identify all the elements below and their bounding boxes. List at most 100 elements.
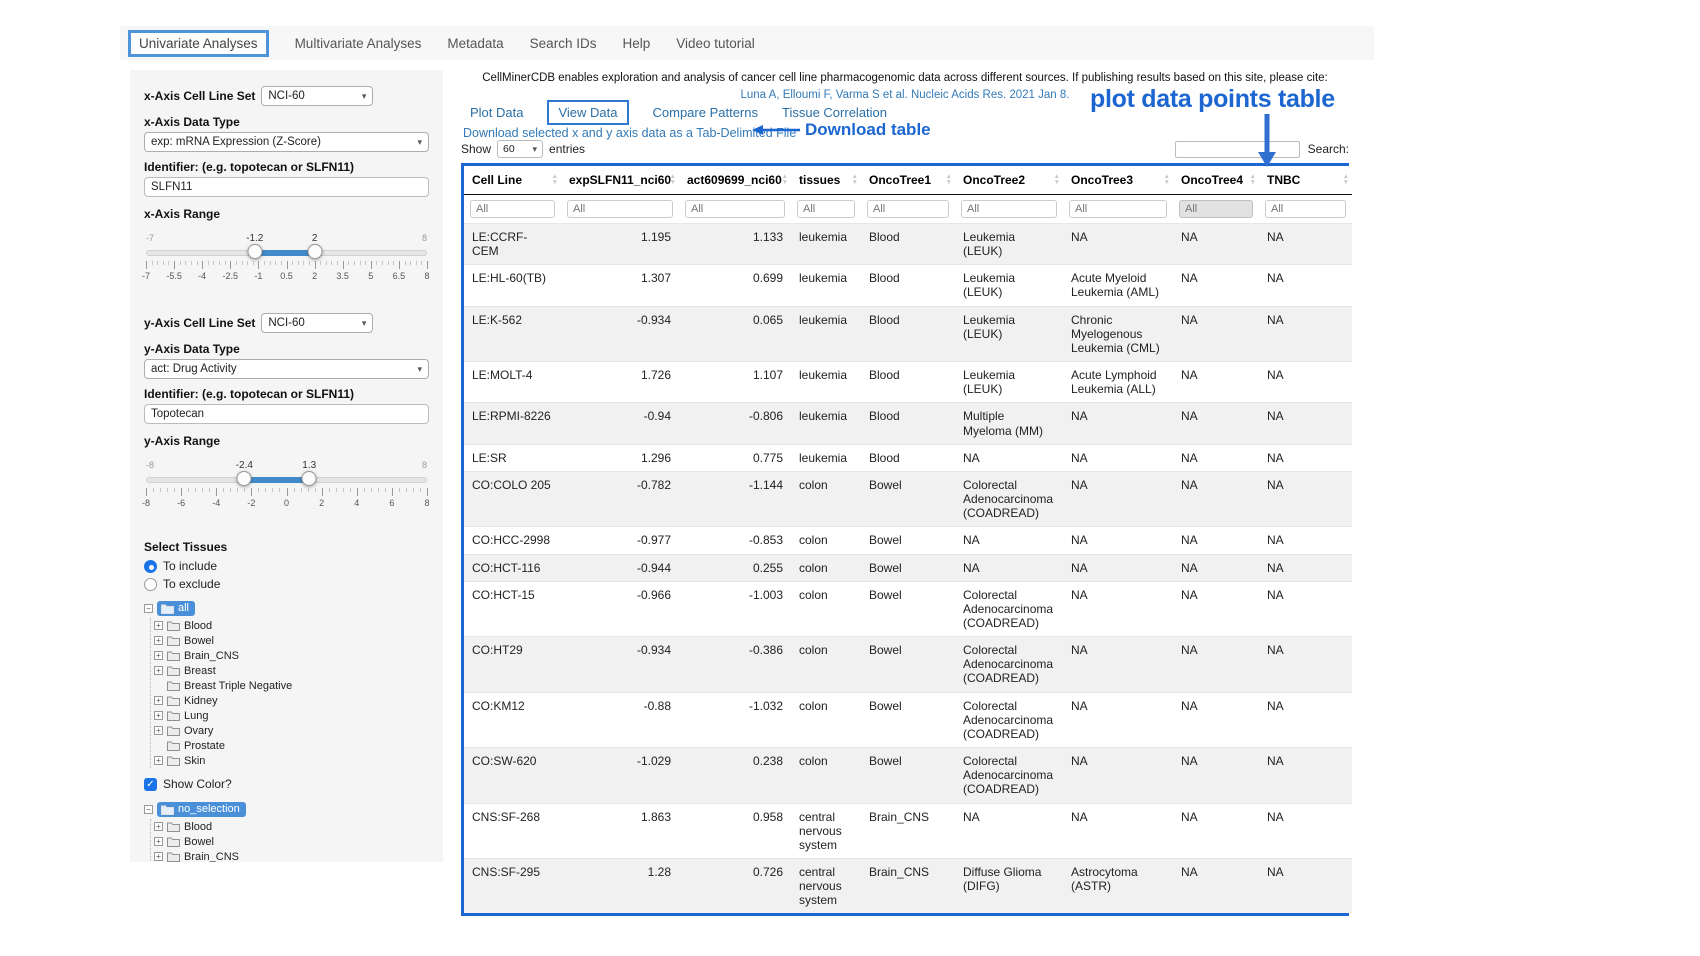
expand-icon[interactable]: + <box>154 621 163 630</box>
filter-input-oncotree1[interactable] <box>867 200 949 218</box>
expand-icon[interactable]: + <box>154 852 163 861</box>
filter-input-tissues[interactable] <box>797 200 855 218</box>
tab-view-data[interactable]: View Data <box>547 100 628 125</box>
tree-item-blood[interactable]: +Blood <box>154 819 429 834</box>
table-row[interactable]: CO:HCT-116-0.9440.255colonBowelNANANANA <box>464 554 1352 581</box>
tree-item-breast[interactable]: +Breast <box>154 663 429 678</box>
filter-input-act609699-nci60[interactable] <box>685 200 785 218</box>
show-label: Show <box>461 142 491 156</box>
sort-icon[interactable]: ▲▼ <box>1054 174 1060 186</box>
expand-icon[interactable]: + <box>154 711 163 720</box>
expand-icon[interactable]: + <box>154 837 163 846</box>
search-input[interactable] <box>1175 141 1300 158</box>
tree-item-ovary[interactable]: +Ovary <box>154 723 429 738</box>
sort-icon[interactable]: ▲▼ <box>946 174 952 186</box>
col-header-act609699-nci60[interactable]: act609699_nci60▲▼ <box>679 166 791 195</box>
expand-icon[interactable]: + <box>154 636 163 645</box>
table-row[interactable]: CO:HCC-2998-0.977-0.853colonBowelNANANAN… <box>464 527 1352 554</box>
filter-input-expslfn11-nci60[interactable] <box>567 200 673 218</box>
nav-item-search-ids[interactable]: Search IDs <box>530 36 597 51</box>
slider-handle-to[interactable] <box>302 471 317 486</box>
sort-icon[interactable]: ▲▼ <box>782 174 788 186</box>
expand-icon[interactable]: + <box>154 666 163 675</box>
table-row[interactable]: LE:CCRF-CEM1.1951.133leukemiaBloodLeukem… <box>464 224 1352 265</box>
table-row[interactable]: CO:KM12-0.88-1.032colonBowelColorectal A… <box>464 692 1352 747</box>
tree-item-skin[interactable]: +Skin <box>154 753 429 768</box>
table-row[interactable]: CNS:SF-2681.8630.958central nervous syst… <box>464 803 1352 858</box>
tree-item-blood[interactable]: +Blood <box>154 618 429 633</box>
tree-root-all[interactable]: − all <box>144 599 429 618</box>
sort-icon[interactable]: ▲▼ <box>670 174 676 186</box>
expand-icon[interactable]: + <box>154 756 163 765</box>
nav-item-video-tutorial[interactable]: Video tutorial <box>676 36 755 51</box>
nav-item-help[interactable]: Help <box>622 36 650 51</box>
sort-icon[interactable]: ▲▼ <box>552 174 558 186</box>
download-link[interactable]: Download selected x and y axis data as a… <box>463 126 796 140</box>
y-data-type-select[interactable]: act: Drug Activity ▾ <box>144 359 429 379</box>
x-range-slider[interactable]: -7 8 -1.2 2 -7-5.5-4-2.5-10.523.556.58 <box>146 237 427 293</box>
tree-item-brain-cns[interactable]: +Brain_CNS <box>154 648 429 663</box>
sort-icon[interactable]: ▲▼ <box>1343 174 1349 186</box>
tab-compare-patterns[interactable]: Compare Patterns <box>653 105 759 120</box>
sort-icon[interactable]: ▲▼ <box>1250 174 1256 186</box>
col-header-oncotree3[interactable]: OncoTree3▲▼ <box>1063 166 1173 195</box>
tree-item-bowel[interactable]: +Bowel <box>154 834 429 849</box>
tree-item-prostate[interactable]: Prostate <box>154 738 429 753</box>
tree-item-brain-cns[interactable]: +Brain_CNS <box>154 849 429 862</box>
y-range-slider[interactable]: -8 8 -2.4 1.3 -8-6-4-202468 <box>146 464 427 520</box>
table-row[interactable]: LE:MOLT-41.7261.107leukemiaBloodLeukemia… <box>464 362 1352 403</box>
filter-input-cell-line[interactable] <box>470 200 555 218</box>
y-cell-line-set-select[interactable]: NCI-60 ▾ <box>261 313 373 333</box>
tree-item-bowel[interactable]: +Bowel <box>154 633 429 648</box>
nav-item-multivariate-analyses[interactable]: Multivariate Analyses <box>295 36 422 51</box>
col-header-tissues[interactable]: tissues▲▼ <box>791 166 861 195</box>
table-row[interactable]: LE:K-562-0.9340.065leukemiaBloodLeukemia… <box>464 306 1352 361</box>
show-color-checkbox[interactable]: ✓ Show Color? <box>144 777 429 791</box>
filter-input-tnbc[interactable] <box>1265 200 1346 218</box>
tree-root-no-selection[interactable]: − no_selection <box>144 800 429 819</box>
table-row[interactable]: CNS:SF-2951.280.726central nervous syste… <box>464 859 1352 914</box>
filter-input-oncotree4[interactable] <box>1179 200 1253 218</box>
filter-input-oncotree3[interactable] <box>1069 200 1167 218</box>
radio-to-include[interactable]: To include <box>144 557 429 575</box>
table-row[interactable]: LE:RPMI-8226-0.94-0.806leukemiaBloodMult… <box>464 403 1352 444</box>
expand-icon[interactable]: + <box>154 651 163 660</box>
x-identifier-input[interactable] <box>144 177 429 197</box>
tree-item-lung[interactable]: +Lung <box>154 708 429 723</box>
x-cell-line-set-select[interactable]: NCI-60 ▾ <box>261 86 373 106</box>
col-header-oncotree1[interactable]: OncoTree1▲▼ <box>861 166 955 195</box>
tree-item-kidney[interactable]: +Kidney <box>154 693 429 708</box>
entries-select[interactable]: 60 ▾ <box>497 140 543 158</box>
y-identifier-input[interactable] <box>144 404 429 424</box>
tab-plot-data[interactable]: Plot Data <box>470 105 523 120</box>
tree-item-breast-triple-negative[interactable]: Breast Triple Negative <box>154 678 429 693</box>
tab-tissue-correlation[interactable]: Tissue Correlation <box>782 105 887 120</box>
expand-icon[interactable]: + <box>154 696 163 705</box>
table-row[interactable]: CO:HCT-15-0.966-1.003colonBowelColorecta… <box>464 581 1352 636</box>
table-row[interactable]: LE:HL-60(TB)1.3070.699leukemiaBloodLeuke… <box>464 265 1352 306</box>
col-header-oncotree2[interactable]: OncoTree2▲▼ <box>955 166 1063 195</box>
col-header-oncotree4[interactable]: OncoTree4▲▼ <box>1173 166 1259 195</box>
col-header-cell-line[interactable]: Cell Line▲▼ <box>464 166 561 195</box>
col-header-tnbc[interactable]: TNBC▲▼ <box>1259 166 1352 195</box>
expand-icon[interactable]: + <box>154 822 163 831</box>
nav-item-metadata[interactable]: Metadata <box>447 36 503 51</box>
citation-link[interactable]: Luna A, Elloumi F, Varma S et al. Nuclei… <box>741 89 1070 101</box>
collapse-icon[interactable]: − <box>144 604 153 613</box>
sort-icon[interactable]: ▲▼ <box>852 174 858 186</box>
radio-to-exclude[interactable]: To exclude <box>144 575 429 593</box>
sort-icon[interactable]: ▲▼ <box>1164 174 1170 186</box>
slider-handle-from[interactable] <box>237 471 252 486</box>
collapse-icon[interactable]: − <box>144 805 153 814</box>
slider-handle-from[interactable] <box>247 244 262 259</box>
table-row[interactable]: CO:HT29-0.934-0.386colonBowelColorectal … <box>464 637 1352 692</box>
x-data-type-select[interactable]: exp: mRNA Expression (Z-Score) ▾ <box>144 132 429 152</box>
expand-icon[interactable]: + <box>154 726 163 735</box>
table-row[interactable]: LE:SR1.2960.775leukemiaBloodNANANANA <box>464 444 1352 471</box>
slider-handle-to[interactable] <box>307 244 322 259</box>
col-header-expslfn11-nci60[interactable]: expSLFN11_nci60▲▼ <box>561 166 679 195</box>
nav-item-univariate-analyses[interactable]: Univariate Analyses <box>128 30 269 57</box>
filter-input-oncotree2[interactable] <box>961 200 1057 218</box>
table-row[interactable]: CO:SW-620-1.0290.238colonBowelColorectal… <box>464 748 1352 803</box>
table-row[interactable]: CO:COLO 205-0.782-1.144colonBowelColorec… <box>464 471 1352 526</box>
